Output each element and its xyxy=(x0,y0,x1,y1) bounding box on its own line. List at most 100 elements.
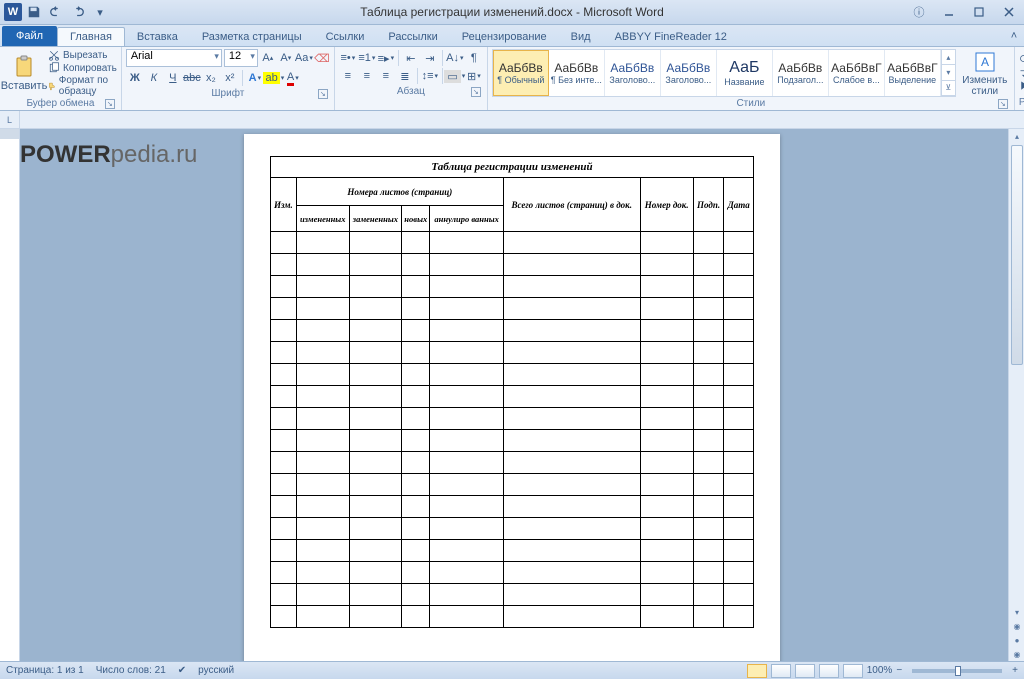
bold-button[interactable]: Ж xyxy=(126,69,144,87)
ribbon-minimize[interactable]: ˄ xyxy=(1004,26,1024,46)
next-page-button[interactable]: ◉ xyxy=(1009,647,1024,661)
paste-button[interactable]: Вставить xyxy=(4,55,44,92)
tab-mailings[interactable]: Рассылки xyxy=(376,28,449,46)
table-row[interactable] xyxy=(271,540,754,562)
font-name-select[interactable]: Arial xyxy=(126,49,222,67)
sort-button[interactable]: A↓ xyxy=(446,49,464,67)
table-row[interactable] xyxy=(271,342,754,364)
borders-button[interactable]: ⊞ xyxy=(465,67,483,85)
styles-launcher[interactable]: ↘ xyxy=(998,99,1008,109)
strikethrough-button[interactable]: abc xyxy=(183,69,201,87)
find-button[interactable]: Найти ▾ xyxy=(1019,54,1024,66)
grow-font-button[interactable]: A▴ xyxy=(260,50,276,66)
line-spacing-button[interactable]: ↕≡ xyxy=(421,67,439,85)
close-button[interactable] xyxy=(994,2,1024,22)
table-row[interactable] xyxy=(271,320,754,342)
table-row[interactable] xyxy=(271,430,754,452)
status-page[interactable]: Страница: 1 из 1 xyxy=(6,665,84,676)
view-web-layout[interactable] xyxy=(795,664,815,678)
vertical-ruler[interactable] xyxy=(0,129,20,661)
para-launcher[interactable]: ↘ xyxy=(471,87,481,97)
decrease-indent-button[interactable]: ⇤ xyxy=(402,49,420,67)
view-outline[interactable] xyxy=(819,664,839,678)
minimize-button[interactable] xyxy=(934,2,964,22)
table-row[interactable] xyxy=(271,496,754,518)
maximize-button[interactable] xyxy=(964,2,994,22)
shading-button[interactable]: ▭ xyxy=(446,67,464,85)
style-item[interactable]: АаБбВв¶ Без инте... xyxy=(549,50,605,96)
browse-object-button[interactable]: ● xyxy=(1009,633,1024,647)
vertical-scrollbar[interactable]: ▴ ▾ ◉ ● ◉ xyxy=(1008,129,1024,661)
subscript-button[interactable]: x₂ xyxy=(202,69,220,87)
view-full-screen[interactable] xyxy=(771,664,791,678)
table-row[interactable] xyxy=(271,562,754,584)
scroll-up-arrow[interactable]: ▴ xyxy=(1009,129,1024,143)
increase-indent-button[interactable]: ⇥ xyxy=(421,49,439,67)
status-proofing-icon[interactable]: ✔ xyxy=(178,665,186,676)
align-left-button[interactable]: ≡ xyxy=(339,67,357,85)
gallery-spin-btn[interactable]: ▾ xyxy=(942,65,955,80)
status-words[interactable]: Число слов: 21 xyxy=(96,665,166,676)
table-row[interactable] xyxy=(271,364,754,386)
tab-view[interactable]: Вид xyxy=(559,28,603,46)
table-row[interactable] xyxy=(271,408,754,430)
gallery-spin-btn[interactable]: ▴ xyxy=(942,50,955,65)
zoom-level[interactable]: 100% xyxy=(867,665,893,676)
bullets-button[interactable]: ≡• xyxy=(339,49,357,67)
table-row[interactable] xyxy=(271,584,754,606)
highlight-button[interactable]: ab xyxy=(265,69,283,87)
tab-references[interactable]: Ссылки xyxy=(314,28,377,46)
ruler-corner[interactable]: L xyxy=(0,111,20,129)
numbering-button[interactable]: ≡1 xyxy=(358,49,376,67)
redo-button[interactable] xyxy=(68,2,88,22)
superscript-button[interactable]: x² xyxy=(221,69,239,87)
style-item[interactable]: АаБНазвание xyxy=(717,50,773,96)
help-button[interactable]: ⓘ xyxy=(904,2,934,22)
underline-button[interactable]: Ч xyxy=(164,69,182,87)
undo-button[interactable] xyxy=(46,2,66,22)
format-painter-button[interactable]: Формат по образцу xyxy=(48,75,117,97)
align-right-button[interactable]: ≡ xyxy=(377,67,395,85)
save-button[interactable] xyxy=(24,2,44,22)
tab-home[interactable]: Главная xyxy=(57,27,125,46)
table-row[interactable] xyxy=(271,232,754,254)
change-styles-button[interactable]: A Изменить стили xyxy=(960,50,1010,97)
clipboard-launcher[interactable]: ↘ xyxy=(105,99,115,109)
tab-file[interactable]: Файл xyxy=(2,26,57,46)
text-effects-button[interactable]: A xyxy=(246,69,264,87)
change-case-button[interactable]: Aa xyxy=(296,50,312,66)
zoom-slider[interactable] xyxy=(912,669,1002,673)
tab-insert[interactable]: Вставка xyxy=(125,28,190,46)
table-row[interactable] xyxy=(271,276,754,298)
table-row[interactable] xyxy=(271,518,754,540)
style-item[interactable]: АаБбВвЗаголово... xyxy=(605,50,661,96)
shrink-font-button[interactable]: A▾ xyxy=(278,50,294,66)
replace-button[interactable]: Заменить xyxy=(1019,67,1024,79)
table-row[interactable] xyxy=(271,254,754,276)
page[interactable]: Таблица регистрации изменений Изм. Номер… xyxy=(244,134,780,661)
cut-button[interactable]: Вырезать xyxy=(48,49,117,61)
style-item[interactable]: АаБбВв¶ Обычный xyxy=(493,50,549,96)
show-marks-button[interactable]: ¶ xyxy=(465,49,483,67)
style-item[interactable]: АаБбВвГСлабое в... xyxy=(829,50,885,96)
style-item[interactable]: АаБбВвЗаголово... xyxy=(661,50,717,96)
scroll-down-arrow[interactable]: ▾ xyxy=(1009,605,1024,619)
multilevel-button[interactable]: ≡▸ xyxy=(377,49,395,67)
italic-button[interactable]: К xyxy=(145,69,163,87)
table-row[interactable] xyxy=(271,474,754,496)
table-row[interactable] xyxy=(271,606,754,628)
status-language[interactable]: русский xyxy=(198,665,234,676)
font-launcher[interactable]: ↘ xyxy=(318,89,328,99)
copy-button[interactable]: Копировать xyxy=(48,62,117,74)
style-item[interactable]: АаБбВвПодзагол... xyxy=(773,50,829,96)
justify-button[interactable]: ≣ xyxy=(396,67,414,85)
gallery-spin-btn[interactable]: ⊻ xyxy=(942,81,955,96)
zoom-in-button[interactable]: + xyxy=(1012,665,1018,676)
zoom-out-button[interactable]: − xyxy=(896,665,902,676)
style-item[interactable]: АаБбВвГВыделение xyxy=(885,50,941,96)
view-print-layout[interactable] xyxy=(747,664,767,678)
tab-abbyy[interactable]: ABBYY FineReader 12 xyxy=(603,28,739,46)
table-row[interactable] xyxy=(271,452,754,474)
select-button[interactable]: Выделить ▾ xyxy=(1019,80,1024,92)
align-center-button[interactable]: ≡ xyxy=(358,67,376,85)
